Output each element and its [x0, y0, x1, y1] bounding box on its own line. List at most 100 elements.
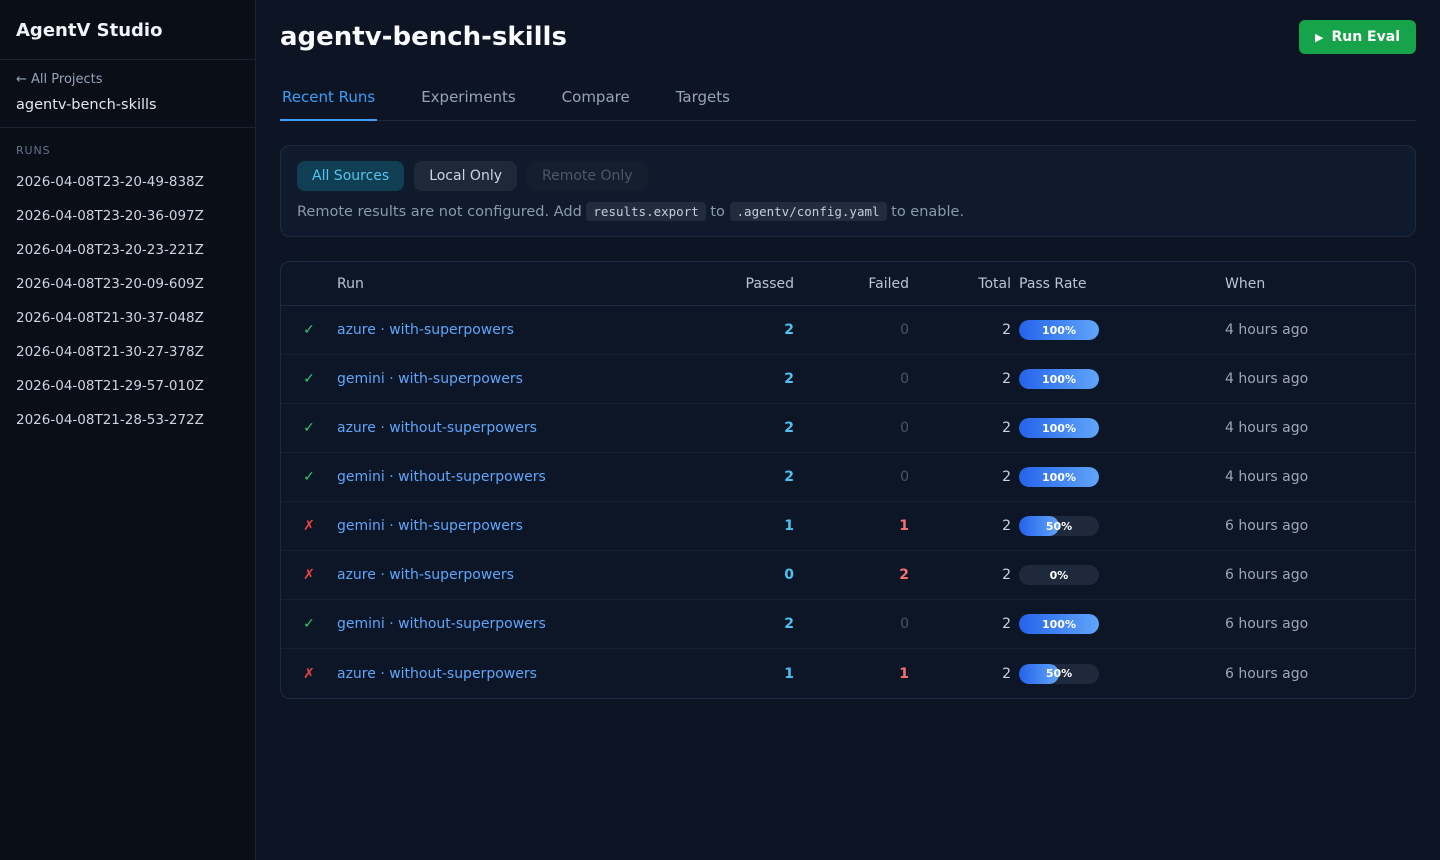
- pass-check-icon: ✓: [303, 616, 315, 632]
- pass-rate-badge: 100%: [1019, 614, 1099, 634]
- pass-rate-badge: 0%: [1019, 565, 1099, 585]
- code-config-yaml: .agentv/config.yaml: [730, 202, 887, 221]
- pass-rate-cell: 100%: [1015, 418, 1225, 438]
- tab-compare[interactable]: Compare: [560, 82, 632, 121]
- sidebar-project-name: agentv-bench-skills: [16, 97, 239, 113]
- pass-rate-cell: 100%: [1015, 614, 1225, 634]
- run-link[interactable]: gemini · without-superpowers: [337, 469, 546, 485]
- status-cell: ✗: [281, 666, 337, 682]
- passed-count: 2: [693, 420, 798, 436]
- pass-rate-cell: 50%: [1015, 664, 1225, 684]
- status-cell: ✓: [281, 616, 337, 632]
- total-count: 2: [913, 469, 1015, 485]
- column-header-passed: Passed: [693, 276, 798, 292]
- run-link[interactable]: azure · without-superpowers: [337, 420, 537, 436]
- run-link[interactable]: azure · with-superpowers: [337, 322, 514, 338]
- sidebar-run-item[interactable]: 2026-04-08T23-20-23-221Z: [0, 233, 255, 267]
- pass-rate-cell: 50%: [1015, 516, 1225, 536]
- table-row: ✓gemini · without-superpowers202100%6 ho…: [281, 600, 1415, 649]
- passed-count: 2: [693, 322, 798, 338]
- runs-table-header: Run Passed Failed Total Pass Rate When: [281, 262, 1415, 306]
- passed-count: 2: [693, 371, 798, 387]
- total-count: 2: [913, 420, 1015, 436]
- run-cell: azure · without-superpowers: [337, 666, 693, 682]
- sidebar-run-item[interactable]: 2026-04-08T23-20-36-097Z: [0, 199, 255, 233]
- source-filter-pills: All SourcesLocal OnlyRemote Only: [297, 161, 1399, 191]
- run-cell: gemini · with-superpowers: [337, 371, 693, 387]
- pass-rate-label: 100%: [1019, 418, 1099, 438]
- tabs: Recent Runs Experiments Compare Targets: [280, 82, 1416, 121]
- pass-rate-cell: 100%: [1015, 369, 1225, 389]
- filter-pill-all-sources[interactable]: All Sources: [297, 161, 404, 191]
- fail-x-icon: ✗: [303, 567, 315, 583]
- play-icon: ▶: [1315, 31, 1323, 44]
- passed-count: 0: [693, 567, 798, 583]
- filter-pill-local-only[interactable]: Local Only: [414, 161, 517, 191]
- sidebar-project-block: ← All Projects agentv-bench-skills: [0, 60, 255, 128]
- pass-rate-badge: 100%: [1019, 369, 1099, 389]
- when-cell: 4 hours ago: [1225, 371, 1415, 387]
- status-cell: ✗: [281, 518, 337, 534]
- when-cell: 6 hours ago: [1225, 616, 1415, 632]
- run-link[interactable]: gemini · with-superpowers: [337, 518, 523, 534]
- total-count: 2: [913, 567, 1015, 583]
- total-count: 2: [913, 518, 1015, 534]
- column-header-total: Total: [913, 276, 1015, 292]
- pass-rate-badge: 50%: [1019, 664, 1099, 684]
- pass-rate-label: 0%: [1019, 565, 1099, 585]
- status-cell: ✗: [281, 567, 337, 583]
- pass-rate-label: 100%: [1019, 320, 1099, 340]
- run-eval-button[interactable]: ▶ Run Eval: [1299, 20, 1416, 54]
- failed-count: 0: [798, 616, 913, 632]
- when-cell: 6 hours ago: [1225, 666, 1415, 682]
- run-link[interactable]: azure · without-superpowers: [337, 666, 537, 682]
- total-count: 2: [913, 666, 1015, 682]
- table-row: ✓azure · without-superpowers202100%4 hou…: [281, 404, 1415, 453]
- run-list: 2026-04-08T23-20-49-838Z2026-04-08T23-20…: [0, 165, 255, 437]
- pass-check-icon: ✓: [303, 469, 315, 485]
- total-count: 2: [913, 371, 1015, 387]
- pass-rate-badge: 50%: [1019, 516, 1099, 536]
- pass-check-icon: ✓: [303, 371, 315, 387]
- run-cell: gemini · with-superpowers: [337, 518, 693, 534]
- failed-count: 0: [798, 322, 913, 338]
- sidebar-run-item[interactable]: 2026-04-08T21-29-57-010Z: [0, 369, 255, 403]
- failed-count: 1: [798, 518, 913, 534]
- tab-recent-runs[interactable]: Recent Runs: [280, 82, 377, 121]
- table-row: ✗azure · without-superpowers11250%6 hour…: [281, 649, 1415, 698]
- column-header-pass-rate: Pass Rate: [1015, 276, 1225, 292]
- note-middle: to: [706, 204, 730, 220]
- sidebar-run-item[interactable]: 2026-04-08T21-28-53-272Z: [0, 403, 255, 437]
- sidebar-run-item[interactable]: 2026-04-08T23-20-09-609Z: [0, 267, 255, 301]
- pass-rate-cell: 100%: [1015, 467, 1225, 487]
- fail-x-icon: ✗: [303, 666, 315, 682]
- sidebar-run-item[interactable]: 2026-04-08T23-20-49-838Z: [0, 165, 255, 199]
- run-cell: azure · with-superpowers: [337, 567, 693, 583]
- passed-count: 2: [693, 616, 798, 632]
- run-link[interactable]: gemini · with-superpowers: [337, 371, 523, 387]
- all-projects-back-link[interactable]: ← All Projects: [16, 72, 239, 87]
- failed-count: 1: [798, 666, 913, 682]
- runs-table-body: ✓azure · with-superpowers202100%4 hours …: [281, 306, 1415, 698]
- table-row: ✗gemini · with-superpowers11250%6 hours …: [281, 502, 1415, 551]
- remote-config-note: Remote results are not configured. Add r…: [297, 204, 1399, 220]
- code-results-export: results.export: [586, 202, 705, 221]
- tab-experiments[interactable]: Experiments: [419, 82, 517, 121]
- sidebar-run-item[interactable]: 2026-04-08T21-30-37-048Z: [0, 301, 255, 335]
- pass-rate-badge: 100%: [1019, 467, 1099, 487]
- passed-count: 1: [693, 666, 798, 682]
- pass-rate-cell: 100%: [1015, 320, 1225, 340]
- sidebar-run-item[interactable]: 2026-04-08T21-30-27-378Z: [0, 335, 255, 369]
- note-suffix: to enable.: [887, 204, 965, 220]
- run-link[interactable]: gemini · without-superpowers: [337, 616, 546, 632]
- tab-targets[interactable]: Targets: [674, 82, 732, 121]
- when-cell: 4 hours ago: [1225, 469, 1415, 485]
- table-row: ✓gemini · with-superpowers202100%4 hours…: [281, 355, 1415, 404]
- when-cell: 6 hours ago: [1225, 518, 1415, 534]
- main-header: agentv-bench-skills ▶ Run Eval: [280, 0, 1416, 54]
- table-row: ✓gemini · without-superpowers202100%4 ho…: [281, 453, 1415, 502]
- app-title: AgentV Studio: [0, 0, 255, 60]
- run-link[interactable]: azure · with-superpowers: [337, 567, 514, 583]
- total-count: 2: [913, 616, 1015, 632]
- page-title: agentv-bench-skills: [280, 22, 567, 52]
